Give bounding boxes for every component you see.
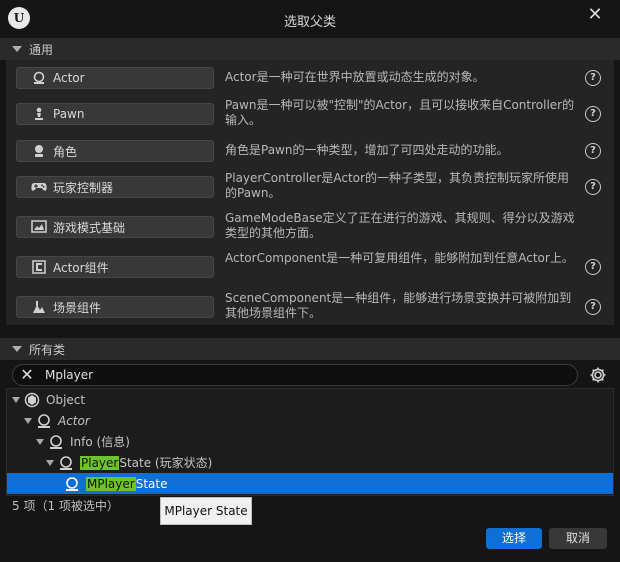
player-controller-class-button[interactable]: 玩家控制器 <box>16 176 214 198</box>
actor-component-class-button[interactable]: Actor组件 <box>16 256 214 278</box>
game-mode-icon <box>31 219 47 235</box>
help-icon[interactable]: ? <box>585 299 601 315</box>
scene-component-class-button[interactable]: 场景组件 <box>16 296 214 318</box>
section-label: 通用 <box>29 42 54 57</box>
gamepad-icon <box>31 179 47 195</box>
expand-arrow-icon[interactable] <box>24 417 32 424</box>
actor-component-description: ActorComponent是一种可复用组件，能够附加到任意Actor上。 <box>225 251 574 265</box>
all-classes-section-header[interactable]: 所有类 <box>0 338 620 360</box>
help-icon[interactable]: ? <box>585 106 601 122</box>
game-mode-class-button[interactable]: 游戏模式基础 <box>16 216 214 238</box>
player-state-icon <box>60 455 72 470</box>
selection-status: 5 项（1 项被选中） <box>12 499 119 513</box>
help-icon[interactable]: ? <box>585 143 601 159</box>
scene-component-icon <box>31 299 47 315</box>
help-icon[interactable]: ? <box>585 259 601 275</box>
character-icon <box>31 143 47 159</box>
class-search-box: ✕ <box>12 364 578 386</box>
common-section-header[interactable]: 通用 <box>0 38 620 60</box>
pawn-class-button[interactable]: Pawn <box>16 103 214 125</box>
pawn-description: Pawn是一种可以被"控制"的Actor，且可以接收来自Controller的输… <box>225 98 575 127</box>
tree-item-label: PlayerState (玩家状态) <box>80 456 213 470</box>
section-label: 所有类 <box>29 342 66 357</box>
scene-component-description: SceneComponent是一种组件，能够进行场景变换并可被附加到其他场景组件… <box>225 291 572 320</box>
cancel-button[interactable]: 取消 <box>549 528 607 549</box>
collapse-arrow-icon <box>12 346 22 352</box>
close-button[interactable]: ✕ <box>584 4 606 26</box>
tree-item-info[interactable]: Info (信息) <box>7 431 613 452</box>
tree-item-player-state[interactable]: PlayerState (玩家状态) <box>7 452 613 473</box>
clear-search-icon[interactable]: ✕ <box>19 367 35 383</box>
character-class-button[interactable]: 角色 <box>16 140 214 162</box>
gear-icon[interactable] <box>589 366 607 384</box>
player-controller-description: PlayerController是Actor的一种子类型，其负责控制玩家所使用的… <box>225 171 569 200</box>
dialog-title: 选取父类 <box>283 15 336 30</box>
character-description: 角色是Pawn的一种类型，增加了可四处走动的功能。 <box>225 143 509 157</box>
tree-item-actor[interactable]: Actor <box>7 410 613 431</box>
help-icon[interactable]: ? <box>585 179 601 195</box>
actor-class-button[interactable]: Actor <box>16 67 214 89</box>
expand-arrow-icon[interactable] <box>12 396 20 403</box>
actor-icon <box>38 413 50 428</box>
class-tree: Object Actor Info (信息) PlayerState (玩家状态… <box>6 388 614 496</box>
actor-icon <box>31 70 47 86</box>
info-icon <box>50 434 62 449</box>
actor-component-icon <box>31 259 47 275</box>
common-classes-panel: Actor Actor是一种可在世界中放置或动态生成的对象。 ? Pawn Pa… <box>6 60 614 325</box>
select-button[interactable]: 选择 <box>486 528 542 549</box>
expand-arrow-icon[interactable] <box>46 459 54 466</box>
tree-item-label: MPlayerState <box>86 476 168 491</box>
title-bar: U 选取父类 ✕ <box>0 0 620 38</box>
help-icon[interactable]: ? <box>585 70 601 86</box>
tree-item-object[interactable]: Object <box>7 389 613 410</box>
pawn-icon <box>31 106 47 122</box>
game-mode-description: GameModeBase定义了正在进行的游戏、其规则、得分以及游戏类型的其他方面… <box>225 211 575 240</box>
player-state-icon <box>66 476 78 491</box>
tree-item-mplayer-state[interactable]: MPlayerState <box>7 473 613 494</box>
expand-arrow-icon[interactable] <box>36 438 44 445</box>
actor-description: Actor是一种可在世界中放置或动态生成的对象。 <box>225 70 485 84</box>
object-icon <box>24 392 40 407</box>
tooltip: MPlayer State <box>160 497 252 525</box>
search-input[interactable] <box>45 366 565 384</box>
collapse-arrow-icon <box>12 46 22 52</box>
